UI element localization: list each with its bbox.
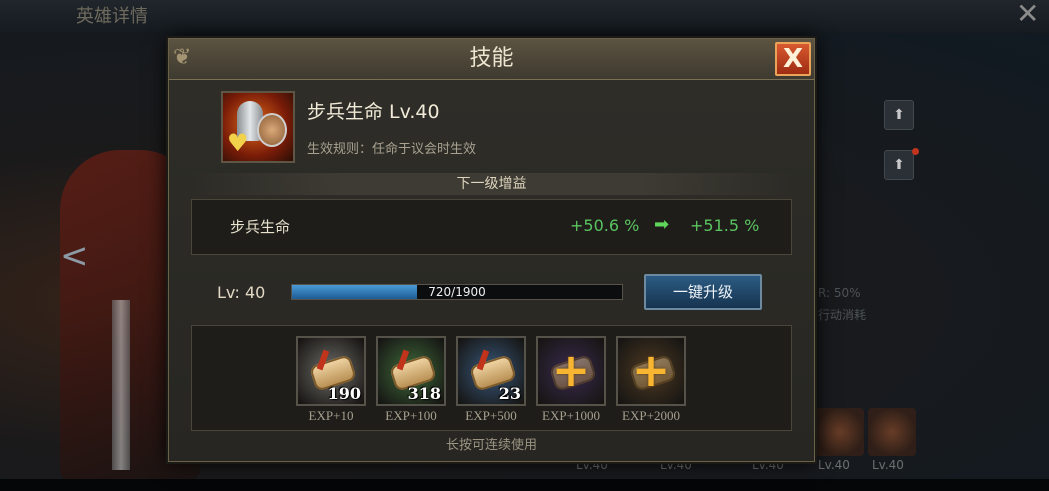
- long-press-hint: 长按可连续使用: [445, 438, 537, 453]
- close-button[interactable]: X: [775, 42, 811, 76]
- side-up-button[interactable]: ⬆: [884, 100, 914, 130]
- plus-icon: +: [631, 343, 671, 397]
- item-exp-label: EXP+500: [465, 408, 517, 423]
- item-exp-label: EXP+2000: [622, 408, 680, 423]
- item-exp-label: EXP+100: [385, 408, 437, 423]
- notification-dot: [912, 148, 919, 155]
- hero-sword: [112, 300, 130, 470]
- background-topbar: 英雄详情 ✕: [0, 0, 1049, 35]
- skill-slot-icon[interactable]: [816, 408, 864, 456]
- item-count: 23: [498, 384, 521, 403]
- skill-slot-icon[interactable]: [868, 408, 916, 456]
- background-title: 英雄详情: [76, 6, 148, 27]
- add-exp-item-button[interactable]: +: [536, 336, 606, 406]
- dialog-header: ❦ 技能 X: [169, 39, 814, 80]
- bonus-panel: 步兵生命 +50.6 % ➡ +51.5 %: [191, 199, 792, 255]
- heart-shield-icon: ♥: [227, 129, 249, 157]
- side-upgrade-button[interactable]: ⬆: [884, 150, 914, 180]
- bonus-name: 步兵生命: [230, 218, 291, 236]
- skill-name: 步兵生命 Lv.40: [307, 101, 440, 123]
- next-level-header: 下一级增益: [191, 173, 792, 195]
- item-exp-label: EXP+1000: [542, 408, 600, 423]
- exp-scroll-item[interactable]: 318: [376, 336, 446, 406]
- plus-icon: +: [551, 343, 591, 397]
- dialog-title: 技能: [469, 46, 514, 71]
- next-level-label: 下一级增益: [456, 176, 527, 192]
- skill-dialog: ❦ 技能 X ♥ 步兵生命 Lv.40 生效规则：任命于议会时生效 下一级增益 …: [168, 38, 815, 462]
- background-close-icon[interactable]: ✕: [1016, 0, 1039, 28]
- background-stat-text: 行动消耗: [818, 308, 867, 322]
- skill-slot-level: Lv.40: [818, 458, 850, 472]
- exp-scroll-item[interactable]: 23: [456, 336, 526, 406]
- one-click-upgrade-button[interactable]: 一键升级: [644, 274, 762, 310]
- bonus-next-value: +51.5 %: [690, 216, 760, 235]
- exp-scroll-item[interactable]: 190: [296, 336, 366, 406]
- skill-rule: 生效规则：任命于议会时生效: [307, 142, 477, 157]
- exp-progress-text: 720/1900: [428, 285, 486, 299]
- add-exp-item-button[interactable]: +: [616, 336, 686, 406]
- infantry-helmet-shield-icon: ♥: [221, 91, 295, 163]
- skill-slot-level: Lv.40: [872, 458, 904, 472]
- background-stat-text: R: 50%: [818, 286, 861, 300]
- previous-hero-icon[interactable]: <: [60, 236, 89, 276]
- bonus-current-value: +50.6 %: [570, 216, 640, 235]
- exp-progress-bar: 720/1900: [291, 284, 623, 300]
- exp-items-panel: 190 EXP+10 318 EXP+100 23 EXP+500 + EXP+1000 + EX…: [191, 325, 792, 431]
- item-count: 318: [407, 384, 441, 403]
- item-exp-label: EXP+10: [308, 408, 354, 423]
- level-label: Lv: 40: [217, 283, 266, 302]
- bottom-strip: [0, 479, 1049, 491]
- item-count: 190: [327, 384, 361, 403]
- arrow-right-icon: ➡: [654, 214, 670, 235]
- round-shield-icon: [257, 113, 287, 147]
